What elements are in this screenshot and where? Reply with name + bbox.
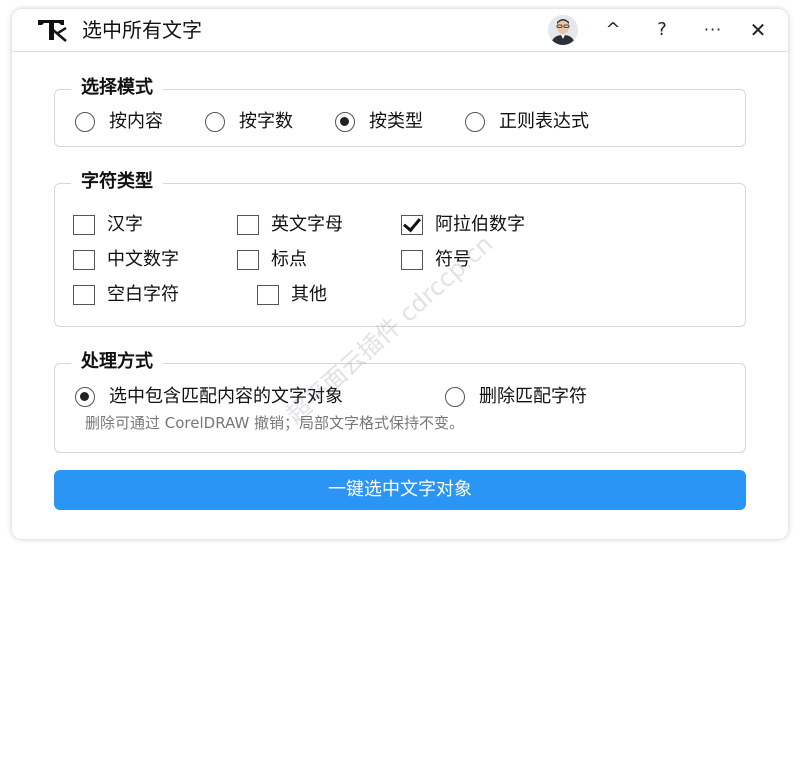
radio-circle[interactable] <box>445 387 465 407</box>
checkbox[interactable] <box>237 215 259 235</box>
char-type-whitespace[interactable]: 空白字符 <box>73 283 179 307</box>
process-label: 删除匹配字符 <box>479 386 587 407</box>
checkbox-label: 标点 <box>271 249 307 270</box>
close-button[interactable]: ✕ <box>742 15 774 45</box>
more-menu-button[interactable]: ··· <box>697 15 729 45</box>
char-type-punctuation[interactable]: 标点 <box>237 248 307 272</box>
mode-label: 按内容 <box>109 111 163 132</box>
char-type-arabic-digits[interactable]: 阿拉伯数字 <box>401 213 525 237</box>
user-avatar[interactable] <box>548 15 578 45</box>
checkbox[interactable] <box>73 215 95 235</box>
char-type-other[interactable]: 其他 <box>257 283 327 307</box>
radio-circle[interactable] <box>205 112 225 132</box>
radio-circle[interactable] <box>75 112 95 132</box>
collapse-button[interactable]: ^ <box>597 15 629 45</box>
checkbox-label: 中文数字 <box>107 249 179 270</box>
checkbox-checked[interactable] <box>401 215 423 235</box>
radio-circle[interactable] <box>465 112 485 132</box>
process-option-select[interactable]: 选中包含匹配内容的文字对象 <box>75 385 343 409</box>
select-text-objects-button[interactable]: 一键选中文字对象 <box>54 470 746 510</box>
process-mode-legend: 处理方式 <box>71 350 163 374</box>
app-logo-icon <box>38 20 67 42</box>
process-option-delete[interactable]: 删除匹配字符 <box>445 385 587 409</box>
mode-label: 按字数 <box>239 111 293 132</box>
char-type-legend: 字符类型 <box>71 170 163 194</box>
char-type-hanzi[interactable]: 汉字 <box>73 213 143 237</box>
help-button[interactable]: ? <box>646 15 678 45</box>
title-bar: 选中所有文字 ^ ? ··· ✕ <box>12 9 788 52</box>
checkbox[interactable] <box>73 250 95 270</box>
select-mode-group: 选择模式 按内容 按字数 按类型 正则表达式 <box>54 76 746 147</box>
process-mode-group: 处理方式 选中包含匹配内容的文字对象 删除匹配字符 删除可通过 CorelDRA… <box>54 350 746 453</box>
char-type-english[interactable]: 英文字母 <box>237 213 343 237</box>
checkbox-label: 汉字 <box>107 214 143 235</box>
plugin-window: 选中所有文字 ^ ? ··· ✕ 选择模式 按内容 按字数 按类型 正则表达式 … <box>12 9 788 539</box>
checkbox-label: 英文字母 <box>271 214 343 235</box>
mode-option-regex[interactable]: 正则表达式 <box>465 110 589 134</box>
checkbox-label: 符号 <box>435 249 471 270</box>
select-mode-legend: 选择模式 <box>71 76 163 100</box>
checkbox[interactable] <box>401 250 423 270</box>
undo-hint-text: 删除可通过 CorelDRAW 撤销；局部文字格式保持不变。 <box>85 414 465 432</box>
radio-circle-selected[interactable] <box>75 387 95 407</box>
char-type-chinese-digits[interactable]: 中文数字 <box>73 248 179 272</box>
char-type-group: 字符类型 汉字 英文字母 阿拉伯数字 中文数字 标点 符号 空白字符 其他 <box>54 170 746 327</box>
mode-label: 正则表达式 <box>499 111 589 132</box>
checkbox-label: 空白字符 <box>107 284 179 305</box>
checkbox-label: 阿拉伯数字 <box>435 214 525 235</box>
checkbox[interactable] <box>237 250 259 270</box>
checkbox[interactable] <box>257 285 279 305</box>
process-label: 选中包含匹配内容的文字对象 <box>109 386 343 407</box>
checkbox-label: 其他 <box>291 284 327 305</box>
mode-label: 按类型 <box>369 111 423 132</box>
mode-option-count[interactable]: 按字数 <box>205 110 293 134</box>
radio-circle-selected[interactable] <box>335 112 355 132</box>
char-type-symbols[interactable]: 符号 <box>401 248 471 272</box>
avatar-icon <box>548 15 578 45</box>
mode-option-type[interactable]: 按类型 <box>335 110 423 134</box>
window-title: 选中所有文字 <box>82 18 202 42</box>
checkbox[interactable] <box>73 285 95 305</box>
mode-option-content[interactable]: 按内容 <box>75 110 163 134</box>
